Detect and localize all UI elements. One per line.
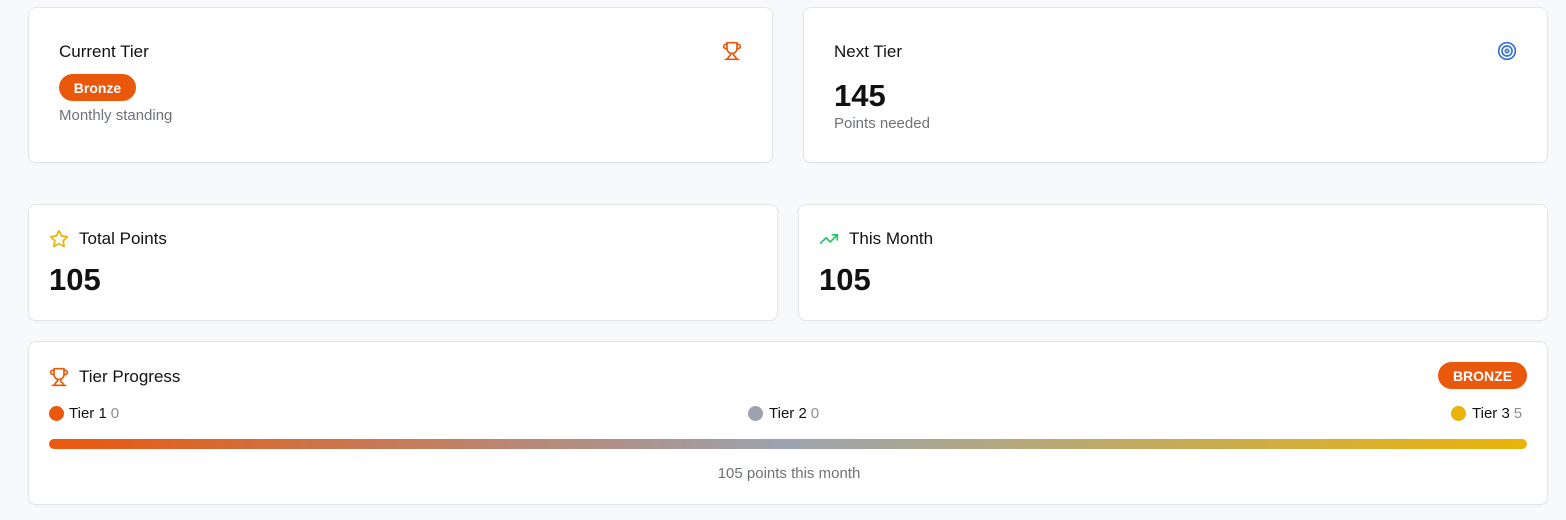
tier-1-count: 0 [110, 405, 120, 422]
this-month-card: This Month 105 [798, 204, 1548, 321]
tier-2-name: Tier 2 [769, 405, 807, 422]
current-tier-card: Current Tier Bronze Monthly standing [28, 7, 773, 163]
next-tier-card: Next Tier 145 Points needed [803, 7, 1548, 163]
current-tier-subtitle: Monthly standing [59, 107, 173, 124]
star-icon [49, 229, 69, 248]
this-month-title: This Month [849, 229, 934, 248]
tier-1-name: Tier 1 [69, 405, 107, 422]
tier-3-dot [1451, 406, 1466, 421]
tier-3-label: Tier 35 [1472, 405, 1522, 422]
tier-progress-footer: 105 points this month [717, 465, 861, 482]
trending-up-icon [819, 234, 839, 244]
total-points-title: Total Points [79, 229, 167, 248]
tier-2-label: Tier 20 [769, 405, 819, 422]
tier-1-dot [49, 406, 64, 421]
tier-progress-title: Tier Progress [79, 367, 181, 386]
tier-progress-badge: BRONZE [1438, 362, 1527, 389]
tier-1-label: Tier 10 [69, 405, 119, 422]
tier-3-name: Tier 3 [1472, 405, 1510, 422]
current-tier-title: Current Tier [59, 42, 149, 61]
tier-2-dot [748, 406, 763, 421]
tier-3-count: 5 [1513, 405, 1523, 422]
trophy-icon [722, 41, 742, 61]
current-tier-badge: Bronze [59, 74, 136, 101]
trophy-icon [49, 367, 69, 387]
tier-2-count: 0 [810, 405, 820, 422]
next-tier-subtitle: Points needed [834, 115, 930, 132]
next-tier-points-value: 145 [834, 78, 886, 113]
tier-progress-bar [49, 439, 1527, 449]
next-tier-title: Next Tier [834, 42, 903, 61]
total-points-value: 105 [49, 262, 101, 297]
tier-progress-card: Tier Progress BRONZE Tier 10 Tier 20 Tie… [28, 341, 1548, 505]
total-points-card: Total Points 105 [28, 204, 778, 321]
this-month-value: 105 [819, 262, 871, 297]
target-icon [1497, 41, 1517, 61]
